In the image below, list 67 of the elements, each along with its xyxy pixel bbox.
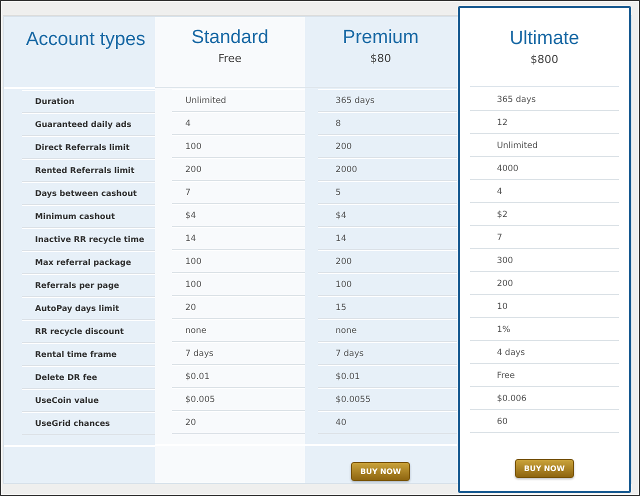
table-cell: none [172, 319, 305, 342]
table-cell: 7 days [318, 342, 457, 365]
table-cell: 14 [172, 227, 305, 250]
table-cell: 100 [172, 273, 305, 296]
table-cell: 4 [172, 112, 305, 135]
table-cell: none [318, 319, 457, 342]
table-cell: 200 [470, 272, 619, 295]
table-cell: 15 [318, 296, 457, 319]
column-title: Account types [26, 29, 146, 51]
table-cell: $4 [172, 204, 305, 227]
plan-price: $800 [530, 52, 558, 67]
table-cell: 2000 [318, 158, 457, 181]
table-cell: 7 days [172, 342, 305, 365]
table-cell: $0.005 [172, 388, 305, 411]
table-cell: 7 [172, 181, 305, 204]
table-cell: Unlimited [470, 134, 619, 157]
feature-label: Minimum cashout [22, 205, 156, 228]
table-cell: 20 [172, 411, 305, 434]
table-cell: $0.0055 [318, 388, 457, 411]
feature-label: Delete DR fee [22, 366, 156, 389]
feature-label: AutoPay days limit [22, 297, 156, 320]
feature-label: Max referral package [22, 251, 156, 274]
feature-label: Inactive RR recycle time [22, 228, 156, 251]
table-cell: 12 [470, 111, 619, 134]
table-cell: 200 [318, 250, 457, 273]
table-cell: 365 days [470, 88, 619, 111]
feature-label: RR recycle discount [22, 320, 156, 343]
table-cell: $0.01 [318, 365, 457, 388]
table-cell: 200 [318, 135, 457, 158]
table-cell: 10 [470, 295, 619, 318]
plan-price: Free [218, 51, 242, 66]
table-cell: 8 [318, 112, 457, 135]
table-cell: 20 [172, 296, 305, 319]
plan-price: $80 [370, 51, 392, 66]
plan-name: Ultimate [510, 28, 580, 50]
plan-name: Standard [191, 27, 268, 49]
feature-label: Rented Referrals limit [22, 159, 156, 182]
table-cell: Unlimited [172, 89, 305, 112]
table-cell: Free [470, 364, 619, 387]
table-cell: 300 [470, 249, 619, 272]
table-cell: $0.01 [172, 365, 305, 388]
table-cell: 365 days [318, 89, 457, 112]
feature-label: Duration [22, 90, 156, 113]
table-cell: 100 [318, 273, 457, 296]
table-cell: 5 [318, 181, 457, 204]
table-cell: 7 [470, 226, 619, 249]
table-cell: 4 [470, 180, 619, 203]
feature-label: Days between cashout [22, 182, 156, 205]
table-cell: 4 days [470, 341, 619, 364]
table-cell: 60 [470, 410, 619, 433]
table-cell: $4 [318, 204, 457, 227]
table-cell: 40 [318, 411, 457, 434]
table-cell: $0.006 [470, 387, 619, 410]
feature-label: Referrals per page [22, 274, 156, 297]
feature-label: Guaranteed daily ads [22, 113, 156, 136]
table-cell: 200 [172, 158, 305, 181]
table-cell: 4000 [470, 157, 619, 180]
feature-label: Rental time frame [22, 343, 156, 366]
plan-name: Premium [342, 27, 419, 49]
table-cell: 14 [318, 227, 457, 250]
table-cell: 100 [172, 135, 305, 158]
feature-label: UseGrid chances [22, 412, 156, 435]
table-cell: 100 [172, 250, 305, 273]
table-cell: $2 [470, 203, 619, 226]
feature-label: UseCoin value [22, 389, 156, 412]
table-cell: 1% [470, 318, 619, 341]
feature-label: Direct Referrals limit [22, 136, 156, 159]
